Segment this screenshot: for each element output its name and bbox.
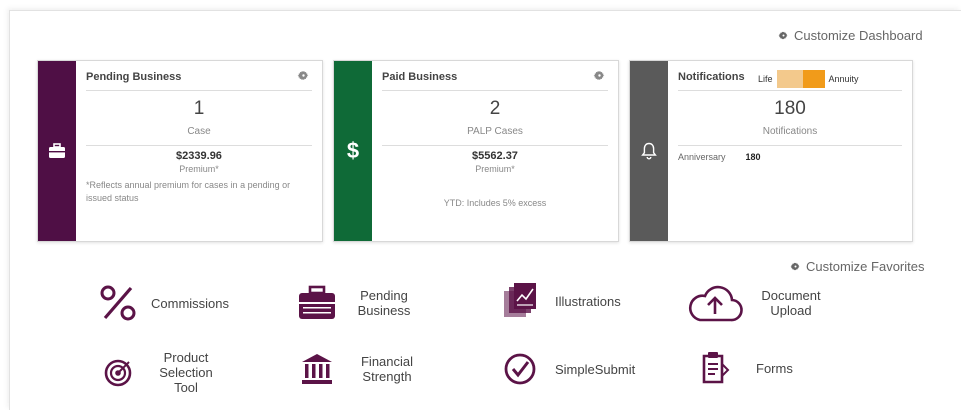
favorite-label: Illustrations bbox=[555, 293, 621, 309]
gear-icon bbox=[778, 31, 788, 40]
pending-premium-label: Premium* bbox=[179, 164, 219, 174]
toggle-life-label[interactable]: Life bbox=[758, 74, 773, 84]
documents-icon bbox=[497, 280, 543, 322]
favorite-forms[interactable]: Forms bbox=[690, 347, 793, 389]
favorite-label: Pending Business bbox=[357, 288, 411, 318]
paid-business-strip: $ bbox=[334, 61, 372, 241]
paid-case-label: PALP Cases bbox=[382, 126, 608, 146]
paid-ytd-note: YTD: Includes 5% excess bbox=[443, 198, 547, 208]
pending-premium-note: *Reflects annual premium for cases in a … bbox=[86, 180, 291, 203]
notifications-count-label: Notifications bbox=[678, 126, 902, 146]
favorite-label: Financial Strength bbox=[360, 354, 414, 384]
favorite-label: Commissions bbox=[151, 295, 230, 311]
toggle-knob[interactable] bbox=[802, 70, 825, 88]
target-icon bbox=[95, 352, 141, 394]
life-annuity-toggle[interactable]: Life Annuity bbox=[758, 70, 859, 88]
briefcase-icon bbox=[49, 143, 65, 158]
paid-premium-amount: $5562.37 bbox=[472, 150, 518, 162]
gear-icon[interactable] bbox=[297, 69, 310, 82]
customize-favorites-label: Customize Favorites bbox=[806, 259, 925, 274]
favorite-simplesubmit[interactable]: SimpleSubmit bbox=[497, 348, 635, 390]
paid-business-title: Paid Business bbox=[382, 69, 608, 91]
gear-icon[interactable] bbox=[593, 69, 606, 82]
customize-favorites-link[interactable]: Customize Favorites bbox=[790, 259, 924, 274]
briefcase-icon bbox=[294, 282, 340, 324]
favorite-label: Product Selection Tool bbox=[159, 350, 213, 395]
pending-business-strip bbox=[38, 61, 76, 241]
notification-row-label: Anniversary bbox=[678, 152, 726, 162]
toggle-annuity-label[interactable]: Annuity bbox=[829, 74, 859, 84]
percent-icon bbox=[95, 282, 141, 324]
favorite-label: Document Upload bbox=[761, 288, 821, 318]
dollar-icon: $ bbox=[346, 138, 360, 163]
customize-dashboard-link[interactable]: Customize Dashboard bbox=[778, 28, 923, 43]
paid-business-card[interactable]: $ Paid Business 2 PALP Cases $5562.37 Pr… bbox=[333, 60, 619, 242]
notifications-count: 180 bbox=[774, 98, 806, 119]
pending-business-card[interactable]: Pending Business 1 Case $2339.96 Premium… bbox=[37, 60, 323, 242]
bell-icon bbox=[641, 142, 657, 160]
paid-premium-label: Premium* bbox=[475, 164, 515, 174]
favorite-document-upload[interactable]: Document Upload bbox=[685, 282, 821, 324]
favorite-label: Forms bbox=[756, 360, 793, 376]
cloud-upload-icon bbox=[685, 282, 745, 324]
notifications-strip bbox=[630, 61, 668, 241]
gear-icon bbox=[790, 262, 800, 271]
favorite-commissions[interactable]: Commissions bbox=[95, 282, 229, 324]
pending-premium-amount: $2339.96 bbox=[176, 150, 222, 162]
check-circle-icon bbox=[497, 348, 543, 390]
notification-row-anniversary[interactable]: Anniversary 180 bbox=[678, 152, 902, 162]
pending-case-count: 1 bbox=[193, 98, 205, 119]
pending-case-label: Case bbox=[86, 126, 312, 146]
bank-icon bbox=[294, 348, 340, 390]
notifications-card[interactable]: Notifications Life Annuity 180 Notificat… bbox=[629, 60, 913, 242]
customize-dashboard-label: Customize Dashboard bbox=[794, 28, 923, 43]
favorite-label: SimpleSubmit bbox=[555, 361, 636, 377]
toggle-switch[interactable] bbox=[776, 70, 825, 88]
paid-case-count: 2 bbox=[489, 98, 501, 119]
notification-row-value: 180 bbox=[745, 152, 761, 162]
favorite-illustrations[interactable]: Illustrations bbox=[497, 280, 621, 322]
favorite-product-selection-tool[interactable]: Product Selection Tool bbox=[95, 350, 219, 395]
favorite-pending-business[interactable]: Pending Business bbox=[294, 282, 414, 324]
pending-business-title: Pending Business bbox=[86, 69, 312, 91]
clipboard-icon bbox=[690, 347, 736, 389]
favorite-financial-strength[interactable]: Financial Strength bbox=[294, 348, 420, 390]
